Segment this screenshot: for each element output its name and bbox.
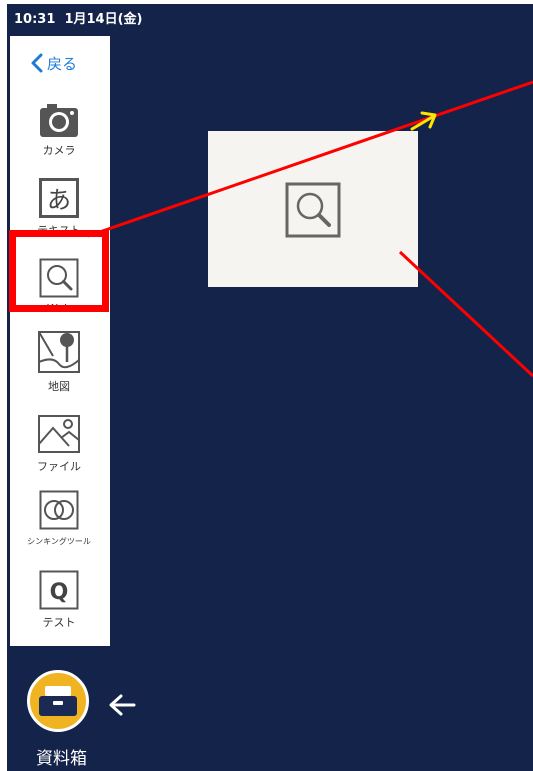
tool-thinking[interactable]: シンキングツール: [27, 490, 91, 547]
back-button[interactable]: 戻る: [30, 50, 77, 76]
camera-icon: [40, 104, 78, 137]
tool-map-label: 地図: [48, 380, 70, 393]
tray-label: 資料箱: [36, 749, 87, 769]
test-q-icon: Q: [39, 570, 79, 610]
map-icon: [38, 331, 80, 373]
arrow-left-icon: [109, 694, 136, 716]
venn-icon: [39, 490, 79, 530]
image-file-icon: [38, 415, 80, 453]
web-tool-highlight: [9, 230, 109, 312]
chevron-left-icon: [31, 53, 43, 73]
back-label: 戻る: [47, 54, 78, 73]
tray-button[interactable]: [27, 670, 89, 732]
app-screen: 10:31 1月14日(金) 戻る カメラ あ テキスト Web 地図 ファイル…: [0, 0, 533, 771]
text-a-icon: あ: [39, 178, 79, 218]
tool-file[interactable]: ファイル: [30, 414, 88, 474]
status-bar: 10:31 1月14日(金): [14, 8, 142, 27]
svg-text:あ: あ: [47, 186, 71, 214]
svg-text:Q: Q: [50, 580, 69, 605]
tool-text[interactable]: あ テキスト: [30, 178, 88, 238]
tool-thinking-label: シンキングツール: [27, 537, 91, 546]
tool-camera-label: カメラ: [42, 144, 76, 157]
tool-map[interactable]: 地図: [30, 330, 88, 394]
search-icon: [285, 182, 341, 238]
tool-camera[interactable]: カメラ: [30, 104, 88, 158]
tool-file-label: ファイル: [37, 460, 81, 473]
tray-icon: [39, 686, 77, 716]
status-date: 1月14日(金): [64, 12, 143, 27]
web-card[interactable]: [208, 131, 418, 287]
status-time: 10:31: [14, 12, 56, 27]
tool-test[interactable]: Q テスト: [30, 570, 88, 630]
tool-test-label: テスト: [42, 616, 76, 629]
